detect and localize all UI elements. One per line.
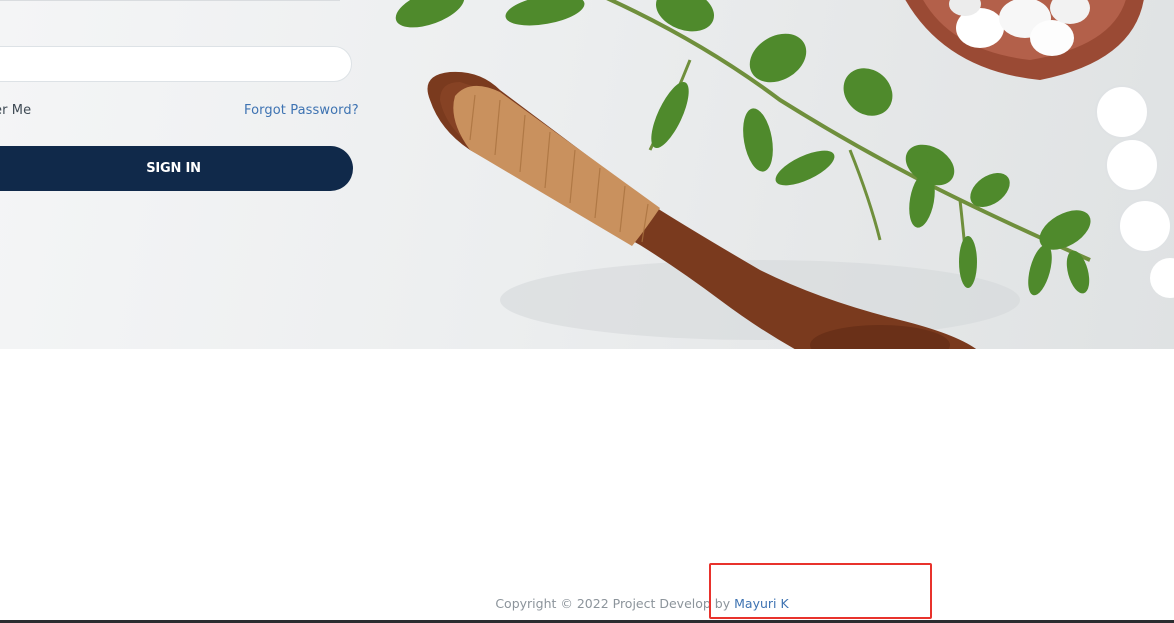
forgot-password-link[interactable]: Forgot Password? [244, 103, 359, 118]
password-input[interactable] [0, 46, 352, 82]
author-link[interactable]: Mayuri K [734, 596, 789, 611]
pills-image [1095, 85, 1174, 298]
copyright-text: Copyright © 2022 Project Develop by [495, 596, 731, 611]
hero-image-panel: er Me Forgot Password? SIGN IN [0, 0, 1174, 349]
footer: Copyright © 2022 Project Develop by Mayu… [0, 596, 1174, 611]
sign-in-button[interactable]: SIGN IN [0, 146, 353, 191]
remember-me-label[interactable]: er Me [0, 103, 31, 118]
login-card-edge [0, 0, 340, 1]
clay-bowl-image [905, 0, 1144, 80]
